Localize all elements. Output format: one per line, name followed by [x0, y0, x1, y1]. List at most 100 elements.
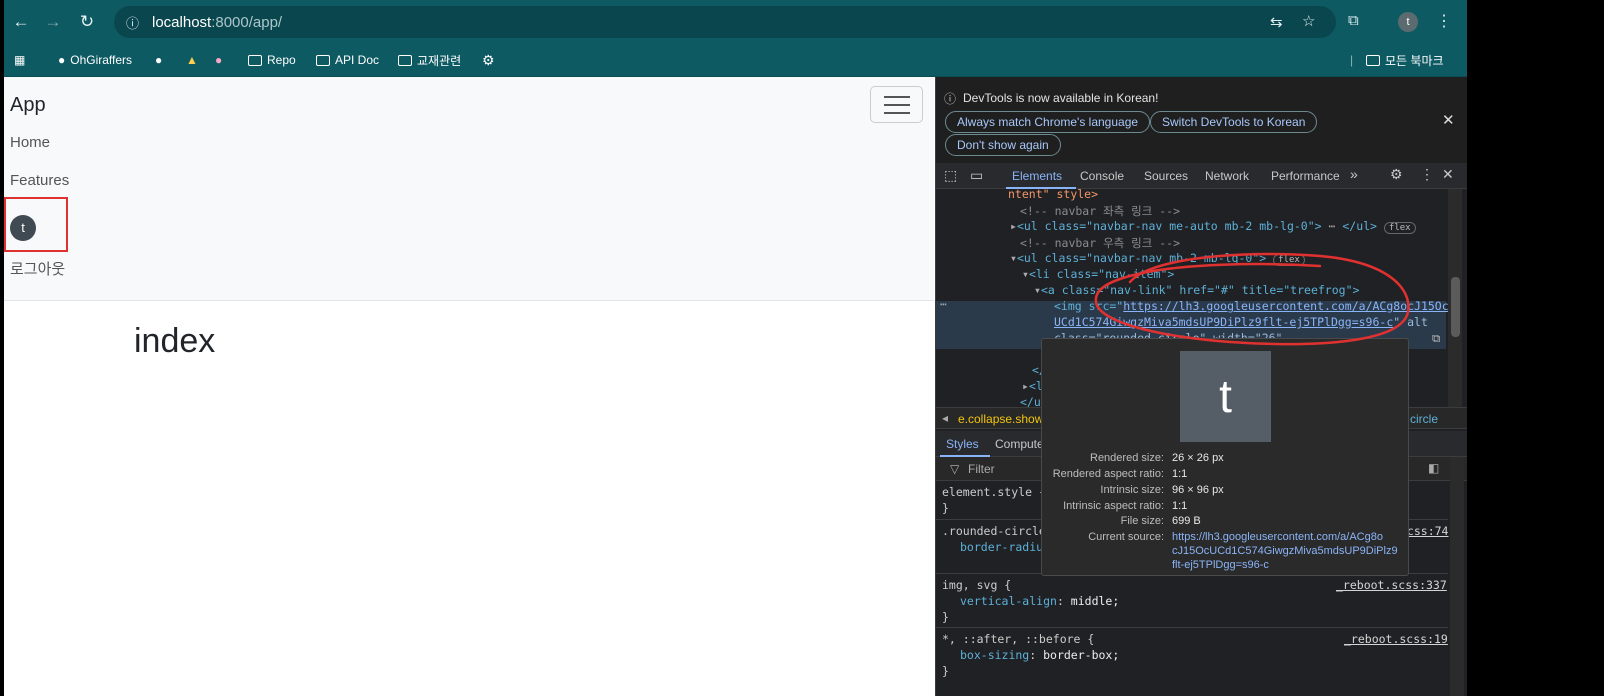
- nav-link-home[interactable]: Home: [10, 134, 50, 151]
- rule-close: }: [942, 610, 949, 624]
- hamburger-line: [884, 104, 910, 106]
- navbar-brand[interactable]: App: [10, 94, 46, 117]
- infobar-message: DevTools is now available in Korean!: [963, 91, 1159, 105]
- code-comment[interactable]: <!-- navbar 우측 링크 -->: [1020, 235, 1180, 251]
- rule-selector[interactable]: *, ::after, ::before {: [942, 632, 1094, 646]
- tab-network[interactable]: Network: [1205, 169, 1249, 183]
- extensions-icon[interactable]: ⧉: [1348, 12, 1359, 29]
- annotation-red-circle: [1094, 252, 1410, 346]
- translate-icon[interactable]: ⇆: [1270, 13, 1283, 31]
- navbar: App Home Features t 로그아웃: [4, 77, 934, 301]
- drive-icon[interactable]: ▲: [186, 50, 198, 70]
- node-ellipsis[interactable]: ⋯: [940, 297, 947, 311]
- image-preview-tooltip: t Rendered size: 26 × 26 px Rendered aspe…: [1041, 338, 1409, 576]
- rule-source-link[interactable]: _reboot.scss:337: [1336, 578, 1447, 592]
- close-devtools-icon[interactable]: ✕: [1442, 166, 1454, 183]
- scrollbar-thumb[interactable]: [1451, 277, 1460, 337]
- hamburger-line: [884, 96, 910, 98]
- tooltip-key: Intrinsic size:: [1100, 484, 1164, 496]
- rule-selector[interactable]: img, svg {: [942, 578, 1011, 592]
- bookmarks-bar: [4, 44, 1467, 77]
- tooltip-source-link[interactable]: flt-ej5TPlDgg=s96-c: [1172, 559, 1269, 571]
- nav-link-logout[interactable]: 로그아웃: [10, 258, 65, 279]
- kebab-menu-icon[interactable]: ⋮: [1436, 11, 1452, 31]
- tooltip-value: 96 × 96 px: [1172, 484, 1224, 496]
- bookmark-folder-repo[interactable]: Repo: [248, 50, 296, 70]
- code-line[interactable]: ntent" style>: [1008, 187, 1098, 201]
- info-icon: ⓘ: [944, 92, 957, 106]
- rule-declaration[interactable]: box-sizing: border-box;: [960, 648, 1119, 662]
- bookmark-folder-textbook[interactable]: 교재관련: [398, 50, 461, 70]
- tooltip-key: Rendered aspect ratio:: [1052, 468, 1164, 480]
- folder-icon: [1366, 54, 1380, 66]
- site-info-icon[interactable]: ⓘ: [126, 13, 139, 32]
- tab-performance[interactable]: Performance: [1271, 169, 1340, 183]
- address-bar[interactable]: ⓘ localhost:8000/app/ ⇆ ☆: [114, 6, 1336, 38]
- folder-icon: [248, 54, 262, 66]
- bookmarks-divider: |: [1350, 53, 1354, 67]
- tooltip-value: 26 × 26 px: [1172, 452, 1224, 464]
- rule-close: }: [942, 501, 949, 515]
- tooltip-value: 1:1: [1172, 500, 1188, 512]
- apps-grid-icon[interactable]: ▦: [14, 50, 25, 70]
- filter-input[interactable]: Filter: [968, 462, 995, 476]
- close-infobar-icon[interactable]: ✕: [1442, 111, 1455, 129]
- device-toolbar-icon[interactable]: ▭: [970, 167, 983, 184]
- rule-source-link[interactable]: _reboot.scss:19: [1344, 632, 1448, 646]
- user-avatar[interactable]: t: [10, 215, 36, 241]
- tooltip-source-link[interactable]: cJ15OcUCd1C574GiwgzMiva5mdsUP9DiPlz9: [1172, 545, 1398, 557]
- rule-selector[interactable]: .rounded-circle: [942, 524, 1046, 538]
- rule-divider: [936, 627, 1448, 628]
- dont-show-again-button[interactable]: Don't show again: [945, 134, 1061, 156]
- navbar-toggler-button[interactable]: [870, 86, 923, 123]
- forward-arrow-icon[interactable]: →: [42, 12, 64, 32]
- copy-icon[interactable]: ⧉: [1432, 331, 1440, 346]
- tooltip-key: Intrinsic aspect ratio:: [1063, 500, 1164, 512]
- match-language-button[interactable]: Always match Chrome's language: [945, 111, 1151, 133]
- breadcrumb-item[interactable]: circle: [1410, 412, 1438, 426]
- profile-avatar[interactable]: t: [1398, 12, 1418, 32]
- tab-elements[interactable]: Elements: [1012, 169, 1062, 183]
- rule-declaration[interactable]: vertical-align: middle;: [960, 594, 1119, 608]
- nav-link-features[interactable]: Features: [10, 172, 69, 189]
- bookmark-folder-api-doc[interactable]: API Doc: [316, 50, 379, 70]
- all-bookmarks-folder[interactable]: 모든 북마크: [1366, 50, 1444, 70]
- breadcrumb-item[interactable]: e.collapse.show: [958, 412, 1043, 426]
- brain-icon[interactable]: ●: [215, 50, 222, 70]
- tab-sources[interactable]: Sources: [1144, 169, 1188, 183]
- language-infobar: ⓘ DevTools is now available in Korean! A…: [936, 77, 1467, 163]
- tab-console[interactable]: Console: [1080, 169, 1124, 183]
- rule-property[interactable]: border-radius: [960, 540, 1050, 554]
- kebab-menu-icon[interactable]: ⋮: [1420, 166, 1434, 183]
- github-icon[interactable]: ●: [155, 50, 162, 70]
- reload-icon[interactable]: ↻: [76, 12, 98, 32]
- bookmark-ohgiraffers[interactable]: ● OhGiraffers: [58, 50, 132, 70]
- browser-toolbar: ← → ↻ ⓘ localhost:8000/app/ ⇆ ☆ ⧉ t ⋮: [4, 0, 1467, 44]
- tab-styles[interactable]: Styles: [946, 437, 979, 451]
- tooltip-value: 1:1: [1172, 468, 1188, 480]
- folder-icon: [316, 54, 330, 66]
- flex-badge[interactable]: flex: [1383, 222, 1416, 234]
- folder-icon: [398, 54, 412, 66]
- code-comment[interactable]: <!-- navbar 좌측 링크 -->: [1020, 203, 1180, 219]
- code-line[interactable]: ▸<ul class="navbar-nav me-auto mb-2 mb-l…: [1010, 219, 1416, 234]
- tooltip-key: File size:: [1120, 515, 1164, 527]
- bookmark-star-icon[interactable]: ☆: [1302, 12, 1315, 30]
- more-tabs-chevron-icon[interactable]: »: [1350, 166, 1358, 182]
- filter-icon: ▽: [950, 462, 960, 476]
- url-text[interactable]: localhost:8000/app/: [152, 14, 282, 31]
- rule-close: }: [942, 664, 949, 678]
- page-heading: index: [134, 322, 216, 360]
- toggle-sidebar-icon[interactable]: ◧: [1428, 461, 1439, 475]
- back-arrow-icon[interactable]: ←: [10, 12, 32, 32]
- inspect-element-icon[interactable]: ⬚: [944, 167, 957, 184]
- switch-korean-button[interactable]: Switch DevTools to Korean: [1150, 111, 1318, 133]
- hamburger-line: [884, 112, 910, 114]
- rule-selector[interactable]: element.style {: [942, 485, 1046, 499]
- styles-scrollbar[interactable]: [1450, 457, 1464, 696]
- settings-gear-icon[interactable]: ⚙: [1390, 166, 1403, 183]
- settings-gear-icon[interactable]: ⚙: [482, 50, 495, 70]
- tooltip-value: 699 B: [1172, 515, 1201, 527]
- crumb-scroll-left-icon[interactable]: ◂: [942, 411, 948, 425]
- tooltip-source-link[interactable]: https://lh3.googleusercontent.com/a/ACg8…: [1172, 531, 1383, 543]
